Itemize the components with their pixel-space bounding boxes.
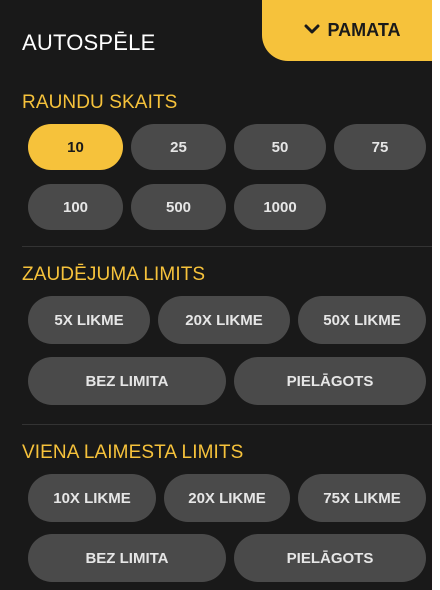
rounds-option-50[interactable]: 50 [234,124,326,170]
single-win-limit-option-label: 10X LIKME [53,489,131,507]
single-win-limit-10x-button[interactable]: 10X LIKME [28,474,156,522]
single-win-limit-20x-button[interactable]: 20X LIKME [164,474,290,522]
single-win-limit-option-label: PIELĀGOTS [286,549,374,567]
panel-header: AUTOSPĒLE PAMATA [0,0,432,85]
section-divider [22,424,432,425]
single-win-limit-custom-button[interactable]: PIELĀGOTS [234,534,426,582]
loss-limit-option-label: PIELĀGOTS [286,372,374,390]
rounds-option-25[interactable]: 25 [131,124,226,170]
loss-limit-none-button[interactable]: BEZ LIMITA [28,357,226,405]
loss-limit-custom-button[interactable]: PIELĀGOTS [234,357,426,405]
rounds-option-label: 25 [170,138,187,156]
single-win-limit-75x-button[interactable]: 75X LIKME [298,474,426,522]
rounds-option-100[interactable]: 100 [28,184,123,230]
single-win-limit-section-title: VIENA LAIMESTA LIMITS [22,442,244,463]
single-win-limit-option-label: BEZ LIMITA [85,549,169,567]
rounds-option-75[interactable]: 75 [334,124,426,170]
loss-limit-50x-button[interactable]: 50X LIKME [298,296,426,344]
rounds-option-500[interactable]: 500 [131,184,226,230]
rounds-option-10[interactable]: 10 [28,124,123,170]
loss-limit-option-label: 50X LIKME [323,311,401,329]
rounds-option-1000[interactable]: 1000 [234,184,326,230]
tab-basic[interactable]: PAMATA [262,0,432,61]
section-divider [22,246,432,247]
rounds-option-label: 50 [271,138,289,156]
rounds-option-label: 100 [62,198,89,216]
loss-limit-20x-button[interactable]: 20X LIKME [158,296,290,344]
loss-limit-option-label: BEZ LIMITA [85,372,169,390]
single-win-limit-option-label: 20X LIKME [188,489,266,507]
loss-limit-option-label: 5X LIKME [54,311,124,329]
chevron-down-icon [304,24,319,33]
loss-limit-option-label: 20X LIKME [185,311,263,329]
rounds-option-label: 500 [165,198,192,216]
rounds-option-label: 1000 [263,198,297,216]
single-win-limit-none-button[interactable]: BEZ LIMITA [28,534,226,582]
panel-title: AUTOSPĒLE [22,30,156,55]
rounds-option-label: 75 [371,138,389,156]
autoplay-panel: AUTOSPĒLE PAMATA RAUNDU SKAITS 10 25 50 … [0,0,432,590]
tab-basic-label: PAMATA [327,20,401,40]
loss-limit-section-title: ZAUDĒJUMA LIMITS [22,264,206,285]
loss-limit-5x-button[interactable]: 5X LIKME [28,296,150,344]
rounds-option-label: 10 [67,138,84,156]
single-win-limit-option-label: 75X LIKME [323,489,401,507]
rounds-section-title: RAUNDU SKAITS [22,92,178,113]
